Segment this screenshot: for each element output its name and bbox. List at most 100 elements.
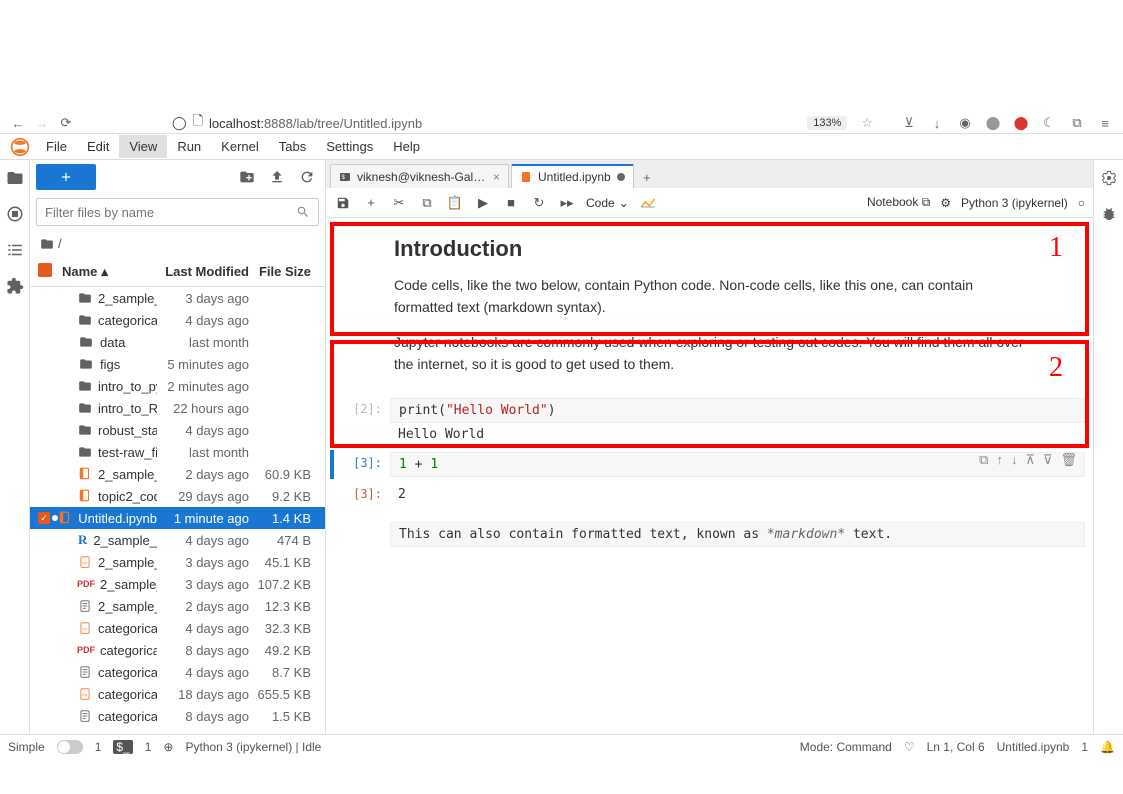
header-modified[interactable]: Last Modified xyxy=(157,264,249,279)
new-launcher-button[interactable] xyxy=(36,164,96,190)
reload-icon[interactable]: ⟳ xyxy=(58,115,74,131)
insert-below-icon[interactable]: ⊽ xyxy=(1043,452,1053,468)
kernel-name[interactable]: Python 3 (ipykernel) xyxy=(961,196,1068,210)
restart-run-icon[interactable]: ▸▸ xyxy=(558,194,576,212)
insert-above-icon[interactable]: ⊼ xyxy=(1025,452,1035,468)
file-row[interactable]: R2_sample_hel…4 days ago474 B xyxy=(30,529,325,551)
jupyter-logo-icon[interactable] xyxy=(10,137,30,157)
move-down-icon[interactable]: ↓ xyxy=(1011,452,1018,468)
stop-icon[interactable]: ■ xyxy=(502,194,520,212)
header-size[interactable]: File Size xyxy=(249,264,317,279)
file-row[interactable]: datalast month xyxy=(30,331,325,353)
file-row[interactable]: intro_to_R_files22 hours ago xyxy=(30,397,325,419)
account-icon[interactable]: ◉ xyxy=(957,115,973,131)
move-up-icon[interactable]: ↑ xyxy=(996,452,1003,468)
code-input[interactable]: print("Hello World") xyxy=(390,398,1085,423)
url-bar[interactable]: ◯ 🗋 localhost:8888/lab/tree/Untitled.ipy… xyxy=(172,112,799,134)
markdown-cell[interactable]: Introduction Code cells, like the two be… xyxy=(334,232,1085,392)
code-cell[interactable]: [2]: print("Hello World") Hello World xyxy=(334,396,1085,448)
simple-toggle[interactable] xyxy=(57,740,83,754)
file-row[interactable]: categorical_d…4 days ago xyxy=(30,309,325,331)
celltype-select[interactable]: Code ⌄ xyxy=(586,196,629,210)
add-tab-button[interactable]: + xyxy=(636,166,658,188)
markdown-input[interactable]: This can also contain formatted text, kn… xyxy=(390,522,1085,547)
file-row[interactable]: PDFcategorical_d…8 days ago49.2 KB xyxy=(30,639,325,661)
select-all-icon[interactable] xyxy=(38,263,52,277)
file-row[interactable]: 2_sample_tes…2 days ago60.9 KB xyxy=(30,463,325,485)
pocket-icon[interactable]: ⊻ xyxy=(901,115,917,131)
file-row[interactable]: <>categorical_d…4 days ago32.3 KB xyxy=(30,617,325,639)
file-row[interactable]: PDF2_sample_tes…3 days ago107.2 KB xyxy=(30,573,325,595)
menu-file[interactable]: File xyxy=(36,135,77,158)
kernel-settings-icon[interactable]: ⚙ xyxy=(940,196,951,210)
file-row[interactable]: ✓Untitled.ipynb1 minute ago1.4 KB xyxy=(30,507,325,529)
save-icon[interactable] xyxy=(334,194,352,212)
file-row[interactable]: categorical.Rmd8 days ago1.5 KB xyxy=(30,705,325,727)
open-notebook-link[interactable]: Notebook ⧉ xyxy=(867,195,930,210)
file-row[interactable]: topic2_codes.…29 days ago9.2 KB xyxy=(30,485,325,507)
copy-icon[interactable]: ⧉ xyxy=(418,194,436,212)
code-cell-active[interactable]: [3]: 1 + 1 ⧉ ↑ ↓ ⊼ ⊽ 🗑 xyxy=(334,450,1085,479)
file-row[interactable]: robust_statist…4 days ago xyxy=(30,419,325,441)
property-inspector-icon[interactable] xyxy=(1099,168,1119,188)
menu-edit[interactable]: Edit xyxy=(77,135,119,158)
delete-icon[interactable]: 🗑 xyxy=(1060,452,1077,468)
folder-icon[interactable] xyxy=(5,168,25,188)
menu-view[interactable]: View xyxy=(119,135,167,158)
menu-tabs[interactable]: Tabs xyxy=(269,135,316,158)
file-row[interactable]: figs5 minutes ago xyxy=(30,353,325,375)
render-icon[interactable] xyxy=(639,194,657,212)
zoom-badge[interactable]: 133% xyxy=(807,116,847,130)
cut-icon[interactable]: ✂ xyxy=(390,194,408,212)
menu-kernel[interactable]: Kernel xyxy=(211,135,269,158)
paste-icon[interactable]: 📋 xyxy=(446,194,464,212)
file-row[interactable]: 2_sample_tes…3 days ago xyxy=(30,287,325,309)
new-folder-icon[interactable] xyxy=(235,165,259,189)
terminal-status-icon[interactable]: $_ xyxy=(113,740,132,754)
breadcrumb[interactable]: / xyxy=(30,230,325,257)
header-name[interactable]: Name ▴ xyxy=(58,264,157,280)
debugger-icon[interactable] xyxy=(1099,204,1119,224)
menu-icon[interactable]: ≡ xyxy=(1097,115,1113,131)
file-size: 9.2 KB xyxy=(249,489,317,504)
file-row[interactable]: 2_sample_tes…2 days ago12.3 KB xyxy=(30,595,325,617)
download-icon[interactable]: ↓ xyxy=(929,115,945,131)
file-row[interactable]: <>2_sample_tes…3 days ago45.1 KB xyxy=(30,551,325,573)
back-icon[interactable]: ← xyxy=(10,115,26,131)
tab-terminal[interactable]: $ viknesh@viknesh-Galago-Pro × xyxy=(330,164,509,188)
ext2-icon[interactable]: ⬤ xyxy=(1013,115,1029,131)
add-cell-icon[interactable]: + xyxy=(362,194,380,212)
cursor-position[interactable]: Ln 1, Col 6 xyxy=(927,740,985,754)
ext3-icon[interactable]: ☾ xyxy=(1041,115,1057,131)
close-icon[interactable]: × xyxy=(493,170,500,184)
restart-icon[interactable]: ↻ xyxy=(530,194,548,212)
menu-run[interactable]: Run xyxy=(167,135,211,158)
forward-icon[interactable]: → xyxy=(34,115,50,131)
ext1-icon[interactable]: ⬤ xyxy=(985,115,1001,131)
tab-notebook[interactable]: Untitled.ipynb xyxy=(511,164,634,188)
svg-text:<>: <> xyxy=(82,560,88,565)
ext4-icon[interactable]: ⧉ xyxy=(1069,115,1085,131)
trust-icon[interactable]: ♡ xyxy=(904,740,915,754)
run-icon[interactable]: ▶ xyxy=(474,194,492,212)
notification-icon[interactable]: 🔔 xyxy=(1100,740,1115,754)
toc-icon[interactable] xyxy=(5,240,25,260)
menu-settings[interactable]: Settings xyxy=(316,135,383,158)
duplicate-icon[interactable]: ⧉ xyxy=(979,452,988,468)
file-row[interactable]: test-raw_fileslast month xyxy=(30,441,325,463)
file-row[interactable]: categorical_d…4 days ago8.7 KB xyxy=(30,661,325,683)
menu-help[interactable]: Help xyxy=(383,135,430,158)
markdown-raw-cell[interactable]: This can also contain formatted text, kn… xyxy=(334,520,1085,549)
activity-bar xyxy=(0,160,30,734)
running-icon[interactable] xyxy=(5,204,25,224)
extensions-icon[interactable] xyxy=(5,276,25,296)
bookmark-icon[interactable]: ☆ xyxy=(861,115,873,131)
filter-field[interactable] xyxy=(45,205,296,220)
kernel-status[interactable]: Python 3 (ipykernel) | Idle xyxy=(185,740,321,754)
file-row[interactable]: intro_to_pyth…2 minutes ago xyxy=(30,375,325,397)
file-row[interactable]: <>categorical.html18 days ago655.5 KB xyxy=(30,683,325,705)
upload-icon[interactable] xyxy=(265,165,289,189)
file-name: PDF2_sample_tes… xyxy=(58,576,157,592)
filter-input[interactable] xyxy=(36,198,319,226)
refresh-icon[interactable] xyxy=(295,165,319,189)
